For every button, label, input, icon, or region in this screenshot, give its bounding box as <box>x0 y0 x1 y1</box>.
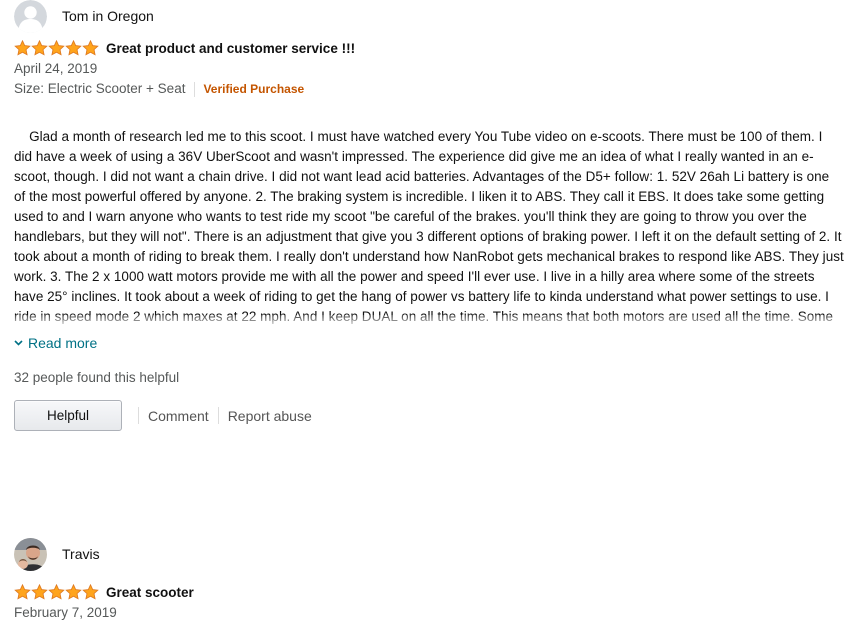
review-2: Travis Great scooter February 7, 2019 <box>14 537 844 623</box>
comment-link[interactable]: Comment <box>148 408 218 424</box>
star-icon <box>82 584 99 600</box>
reviewer-name[interactable]: Tom in Oregon <box>62 8 154 24</box>
read-more-link[interactable]: Read more <box>14 332 844 354</box>
avatar <box>14 537 47 571</box>
chevron-down-icon <box>14 338 23 349</box>
review-title[interactable]: Great product and customer service !!! <box>106 41 355 56</box>
review-1: Tom in Oregon Great product and customer… <box>14 0 844 431</box>
verified-purchase-badge: Verified Purchase <box>203 82 305 96</box>
reviewer-name[interactable]: Travis <box>62 546 100 562</box>
review-date: April 24, 2019 <box>14 61 98 76</box>
helpful-button[interactable]: Helpful <box>14 400 122 431</box>
reviewer-profile[interactable]: Tom in Oregon <box>14 0 844 33</box>
star-icon <box>65 584 82 600</box>
review-meta: Size: Electric Scooter + Seat Verified P… <box>14 79 844 99</box>
review-body-text: Glad a month of research led me to this … <box>14 129 844 324</box>
default-avatar-icon <box>14 0 47 33</box>
star-icon <box>82 40 99 56</box>
star-rating[interactable] <box>14 584 99 600</box>
star-icon <box>48 584 65 600</box>
body-fade-overlay <box>14 315 844 329</box>
star-icon <box>14 40 31 56</box>
review-body: Glad a month of research led me to this … <box>14 107 844 329</box>
size-label[interactable]: Size: Electric Scooter + Seat <box>14 79 185 99</box>
star-icon <box>31 40 48 56</box>
read-more-label: Read more <box>28 335 98 351</box>
reviewer-profile[interactable]: Travis <box>14 537 844 571</box>
star-rating[interactable] <box>14 40 99 56</box>
review-title[interactable]: Great scooter <box>106 585 194 600</box>
star-icon <box>65 40 82 56</box>
star-icon <box>31 584 48 600</box>
review-date: February 7, 2019 <box>14 605 117 620</box>
review-title-row: Great product and customer service !!! <box>14 37 844 59</box>
helpful-count: 32 people found this helpful <box>14 370 180 385</box>
star-icon <box>14 584 31 600</box>
report-abuse-link[interactable]: Report abuse <box>228 408 321 424</box>
action-divider <box>138 407 139 424</box>
star-icon <box>48 40 65 56</box>
review-title-row: Great scooter <box>14 581 844 603</box>
review-actions: Helpful Comment Report abuse <box>14 400 844 431</box>
action-divider <box>217 407 219 424</box>
meta-divider <box>194 81 196 97</box>
